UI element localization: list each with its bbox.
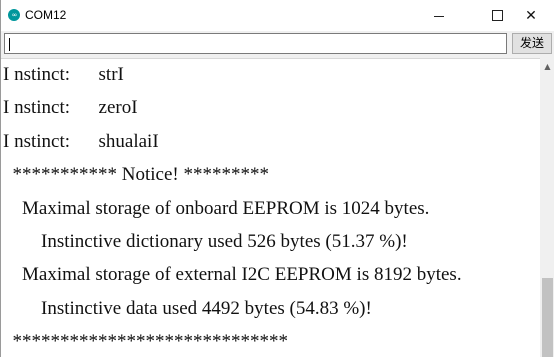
output-line: I nstinct: shualaiI (3, 131, 159, 152)
minimize-icon (434, 15, 444, 17)
close-icon: ✕ (525, 7, 537, 24)
output-line: Instinctive dictionary used 526 bytes (5… (3, 231, 408, 252)
window-title: COM12 (25, 8, 67, 22)
output-line: Instinctive data used 4492 bytes (54.83 … (3, 298, 372, 319)
close-button[interactable]: ✕ (508, 0, 554, 31)
send-bar: 发送 (1, 31, 554, 58)
serial-monitor-window: ∞ COM12 ✕ 发送 I nstinct: strI I nstinct: … (0, 0, 554, 358)
maximize-icon (491, 10, 503, 21)
scroll-up-icon[interactable]: ▲ (540, 58, 554, 74)
serial-output[interactable]: I nstinct: strI I nstinct: zeroI I nstin… (1, 58, 540, 358)
output-line: *********** Notice! ********* (3, 164, 269, 185)
output-line: ***************************** (3, 331, 289, 352)
output-line: I nstinct: zeroI (3, 97, 138, 118)
output-line: Maximal storage of external I2C EEPROM i… (3, 264, 462, 285)
output-line: I nstinct: strI (3, 64, 124, 85)
text-caret (9, 38, 10, 51)
vertical-scrollbar[interactable]: ▲ (540, 58, 554, 357)
serial-input[interactable] (4, 33, 507, 54)
minimize-button[interactable] (416, 0, 462, 31)
title-bar[interactable]: ∞ COM12 ✕ (1, 0, 554, 31)
output-line: Maximal storage of onboard EEPROM is 102… (3, 198, 430, 219)
arduino-icon: ∞ (8, 9, 20, 21)
send-button[interactable]: 发送 (512, 33, 552, 54)
scroll-thumb[interactable] (542, 278, 553, 357)
